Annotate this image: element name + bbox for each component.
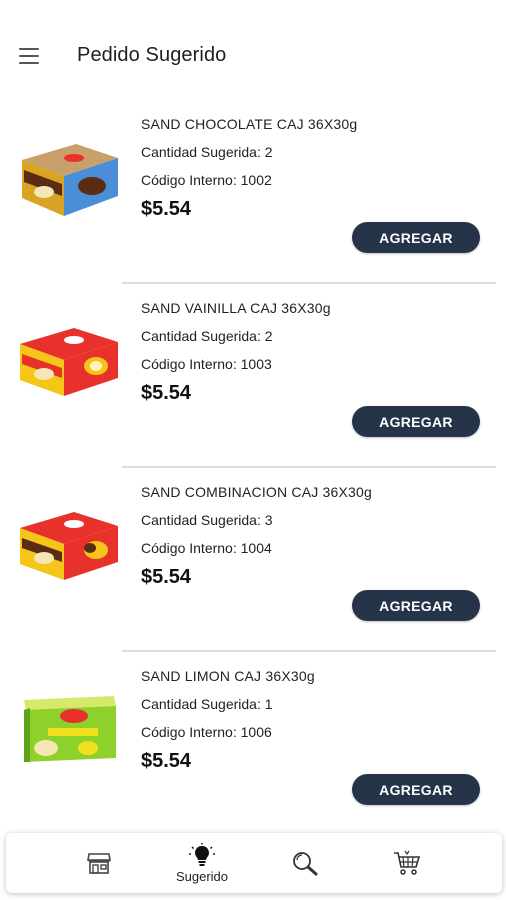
nav-label-sugerido: Sugerido [175,868,229,884]
hamburger-menu-icon[interactable] [17,44,43,68]
page-title: Pedido Sugerido [77,44,227,66]
product-item: SAND COMBINACION CAJ 36X30g Cantidad Sug… [0,468,506,652]
search-icon [293,852,318,876]
bottom-navigation: Sugerido [6,833,502,893]
lightbulb-icon [189,842,215,866]
add-button[interactable]: AGREGAR [352,774,480,805]
internal-code: Código Interno: 1002 [141,172,272,188]
suggested-quantity: Cantidad Sugerida: 2 [141,144,273,160]
app-header: Pedido Sugerido [0,0,506,110]
nav-store[interactable] [64,833,134,893]
suggested-quantity: Cantidad Sugerida: 3 [141,512,273,528]
product-item: SAND VAINILLA CAJ 36X30g Cantidad Sugeri… [0,284,506,468]
add-button[interactable]: AGREGAR [352,406,480,437]
store-icon [87,853,111,874]
nav-sugerido[interactable]: Sugerido [167,833,237,893]
product-image [20,512,118,580]
suggested-quantity: Cantidad Sugerida: 1 [141,696,273,712]
nav-search[interactable] [270,833,340,893]
product-name: SAND COMBINACION CAJ 36X30g [141,484,373,500]
product-image [20,328,118,396]
product-name: SAND VAINILLA CAJ 36X30g [141,300,331,316]
product-price: $5.54 [141,566,192,588]
product-price: $5.54 [141,198,192,220]
app-root: Pedido Sugerido SAND CHOCOLATE CAJ 36X30… [0,0,506,900]
product-name: SAND CHOCOLATE CAJ 36X30g [141,116,358,132]
product-image [22,144,118,216]
product-name: SAND LIMON CAJ 36X30g [141,668,315,684]
internal-code: Código Interno: 1006 [141,724,272,740]
product-item: SAND LIMON CAJ 36X30g Cantidad Sugerida:… [0,652,506,836]
product-price: $5.54 [141,750,192,772]
suggested-quantity: Cantidad Sugerida: 2 [141,328,273,344]
nav-cart[interactable] [372,833,442,893]
product-image [24,696,116,762]
product-price: $5.54 [141,382,192,404]
cart-icon [394,850,421,875]
internal-code: Código Interno: 1004 [141,540,272,556]
add-button[interactable]: AGREGAR [352,222,480,253]
internal-code: Código Interno: 1003 [141,356,272,372]
add-button[interactable]: AGREGAR [352,590,480,621]
product-item: SAND CHOCOLATE CAJ 36X30g Cantidad Suger… [0,100,506,284]
